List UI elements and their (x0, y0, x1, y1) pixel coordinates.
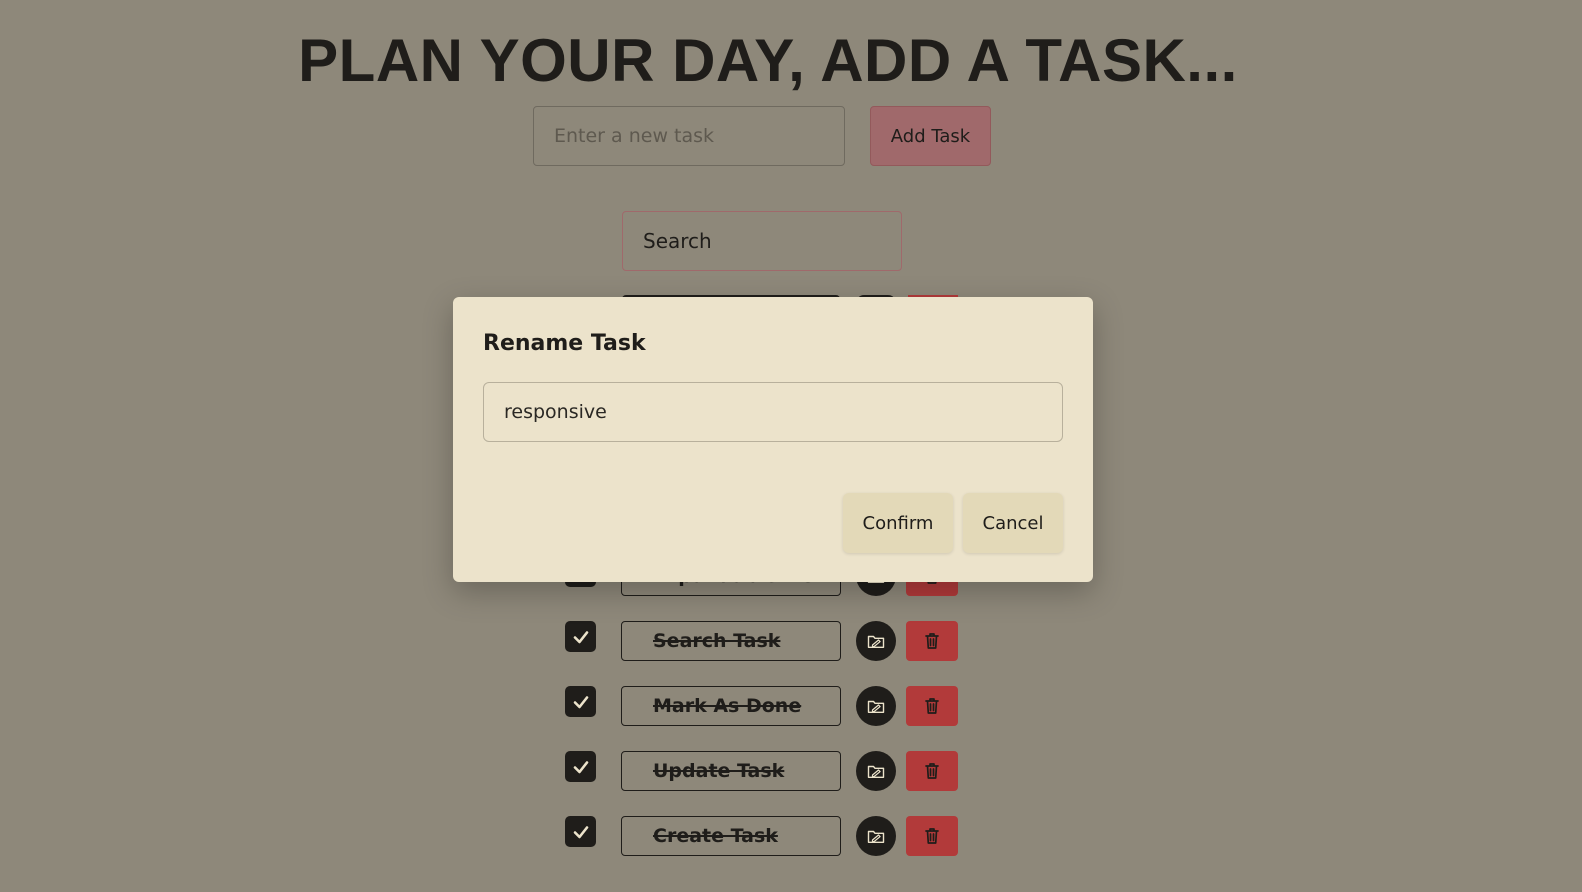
task-label[interactable]: Update Task (621, 751, 841, 791)
task-label[interactable]: Mark As Done (621, 686, 841, 726)
edit-task-button[interactable] (856, 816, 896, 856)
todo-page: PLAN YOUR DAY, ADD A TASK... Add Task Ex… (0, 0, 1582, 892)
trash-icon (925, 633, 939, 649)
task-checkbox[interactable] (565, 751, 596, 782)
task-checkbox[interactable] (565, 686, 596, 717)
task-label[interactable]: Search Task (621, 621, 841, 661)
delete-task-button[interactable] (906, 816, 958, 856)
edit-task-button[interactable] (856, 621, 896, 661)
delete-task-button[interactable] (906, 621, 958, 661)
cancel-button[interactable]: Cancel (963, 493, 1063, 553)
folder-edit-icon (867, 830, 885, 843)
trash-icon (925, 698, 939, 714)
edit-task-button[interactable] (856, 751, 896, 791)
edit-task-button[interactable] (856, 686, 896, 726)
rename-task-input[interactable] (483, 382, 1063, 442)
trash-icon (925, 763, 939, 779)
modal-title: Rename Task (483, 331, 646, 356)
rename-task-modal: Rename Task Confirm Cancel (453, 297, 1093, 582)
folder-edit-icon (867, 765, 885, 778)
trash-icon (925, 828, 939, 844)
task-row: Update Task (565, 751, 965, 793)
task-checkbox[interactable] (565, 621, 596, 652)
task-checkbox[interactable] (565, 816, 596, 847)
task-row: Mark As Done (565, 686, 965, 728)
check-icon (573, 760, 588, 773)
check-icon (573, 630, 588, 643)
delete-task-button[interactable] (906, 686, 958, 726)
folder-edit-icon (867, 635, 885, 648)
folder-edit-icon (867, 700, 885, 713)
task-label[interactable]: Create Task (621, 816, 841, 856)
check-icon (573, 825, 588, 838)
check-icon (573, 695, 588, 708)
task-row: Search Task (565, 621, 965, 663)
confirm-button[interactable]: Confirm (843, 493, 953, 553)
task-row: Create Task (565, 816, 965, 858)
delete-task-button[interactable] (906, 751, 958, 791)
